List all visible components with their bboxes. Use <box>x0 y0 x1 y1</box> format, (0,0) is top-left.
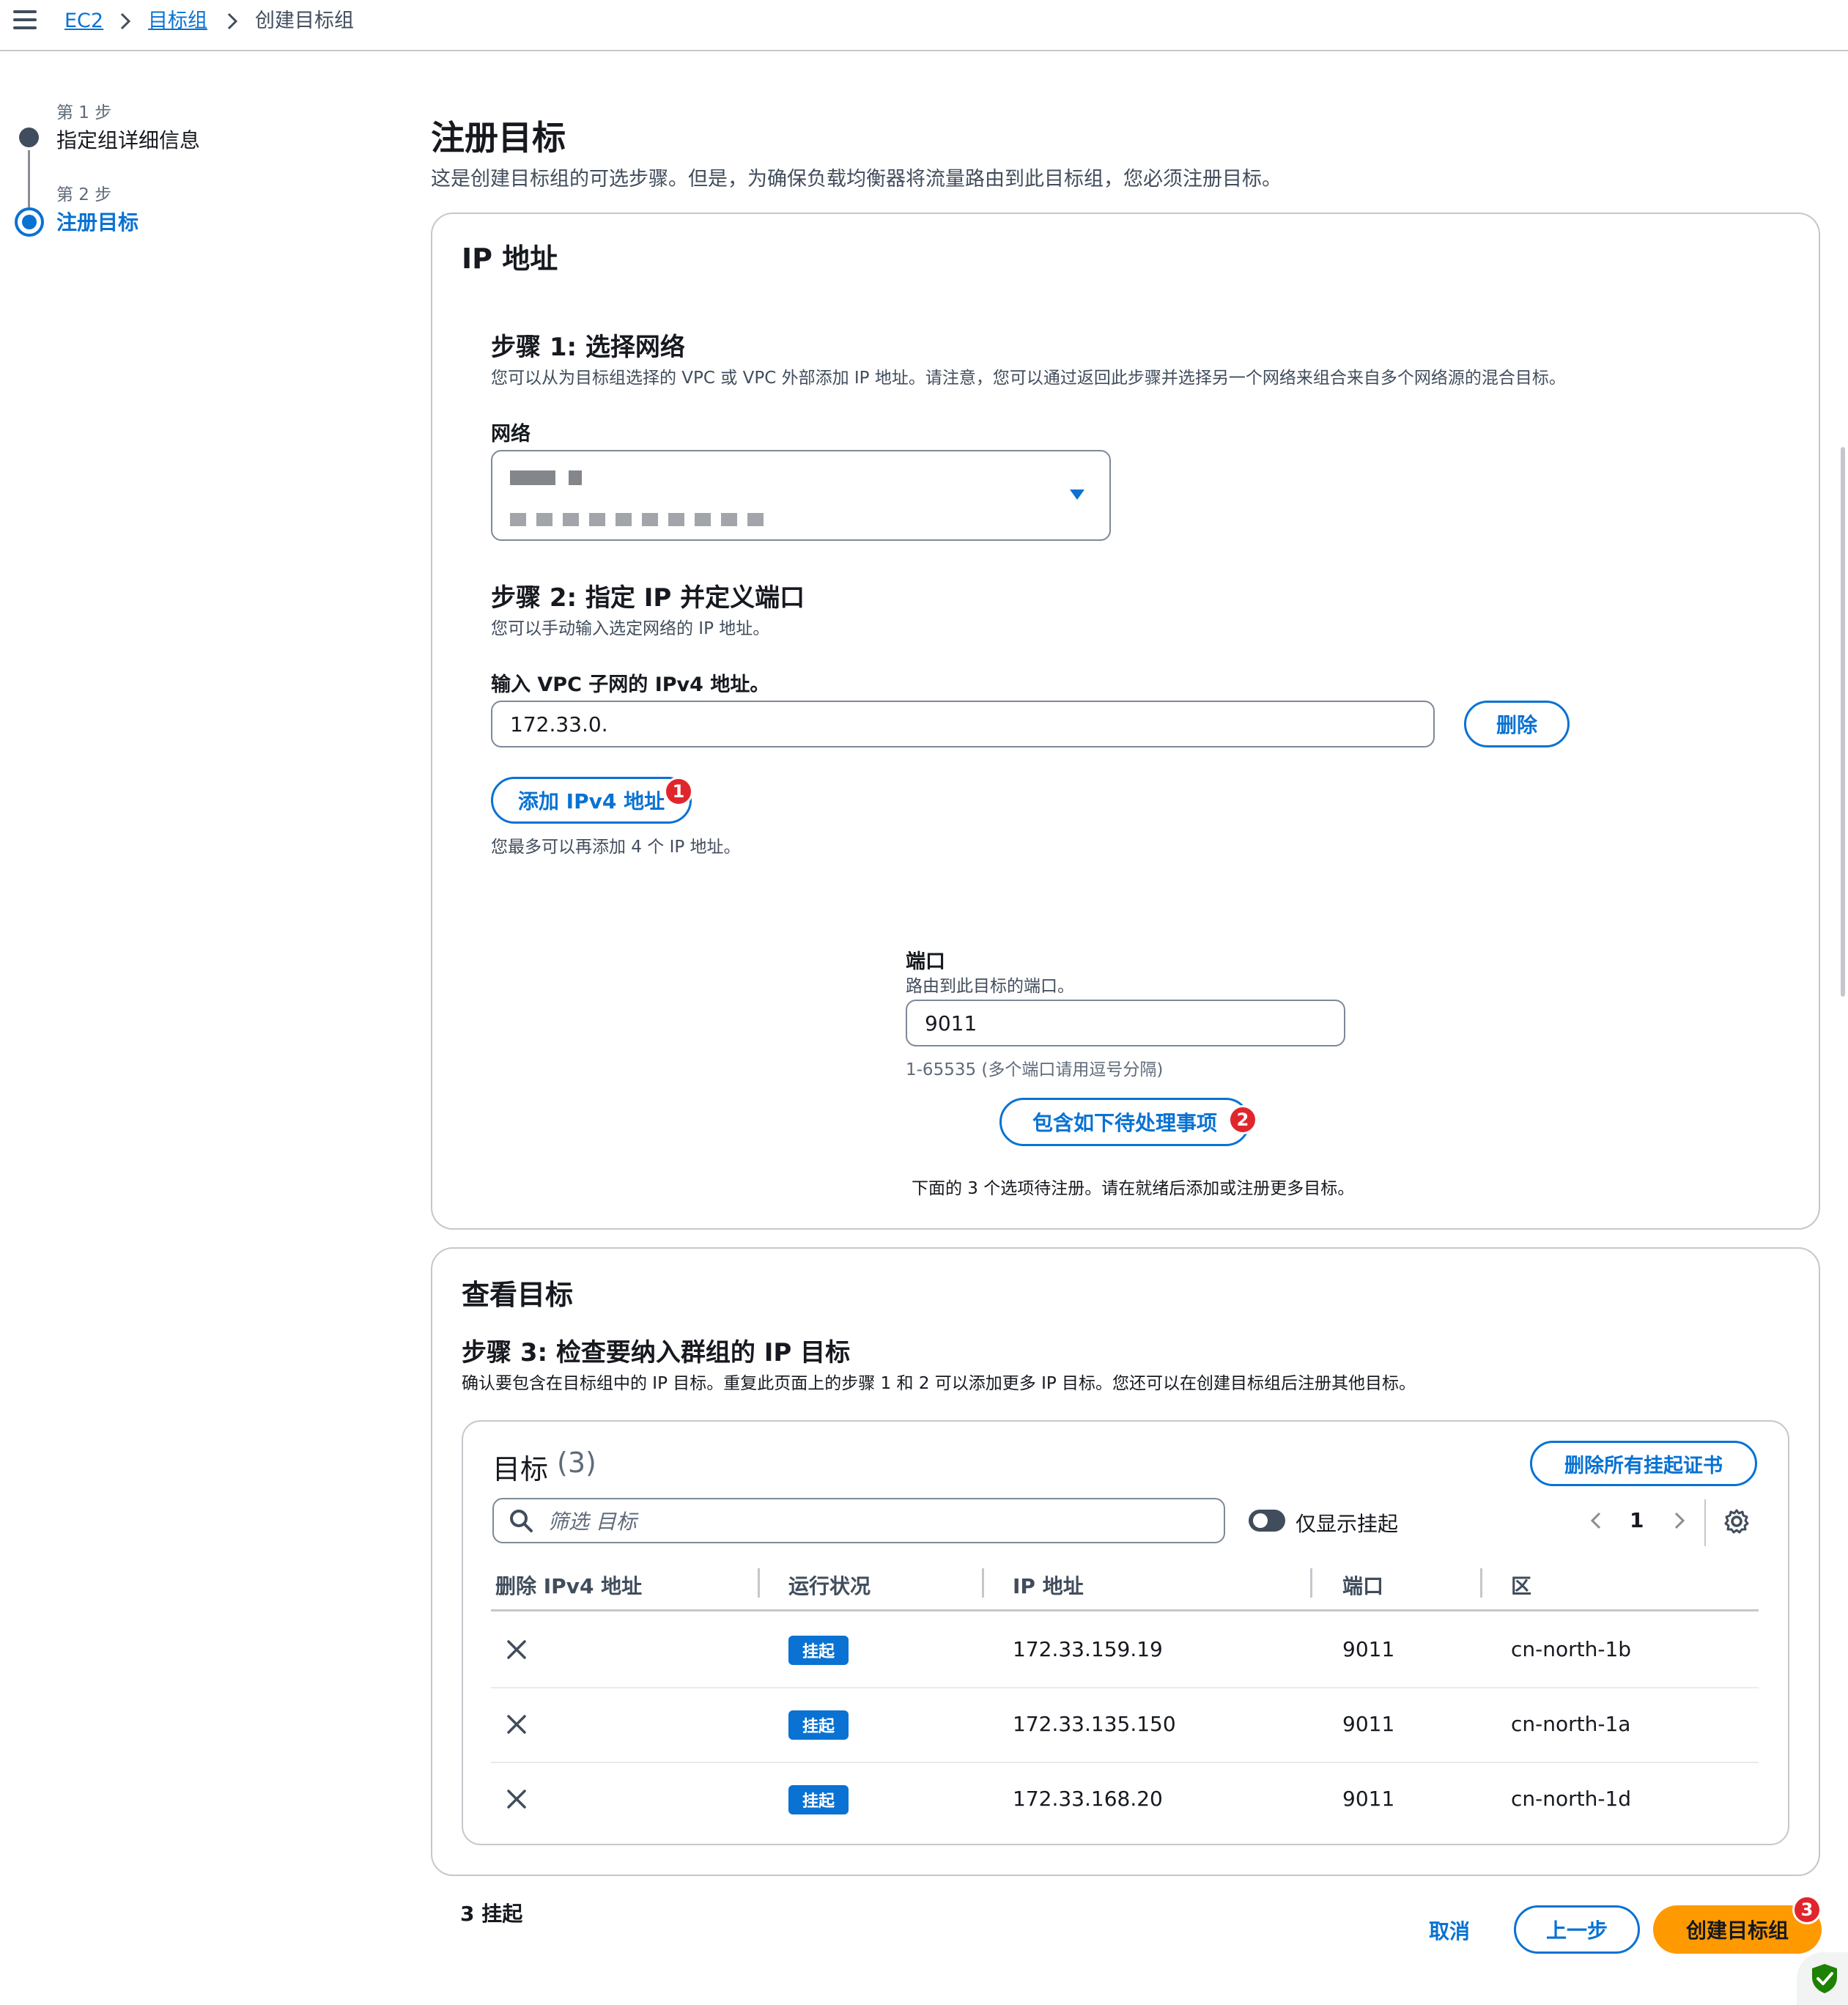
pending-note: 下面的 3 个选项待注册。请在就绪后添加或注册更多目标。 <box>912 1179 1355 1198</box>
caret-down-icon <box>1070 490 1084 500</box>
chevron-right-icon <box>227 12 238 30</box>
step-connector <box>28 150 30 207</box>
redacted-text <box>510 513 774 526</box>
zone-cell: cn-north-1b <box>1511 1637 1632 1661</box>
close-icon[interactable] <box>506 1788 528 1810</box>
breadcrumb-ec2[interactable]: EC2 <box>64 9 103 34</box>
network-label: 网络 <box>491 423 531 446</box>
port-hint: 1-65535 (多个端口请用逗号分隔) <box>906 1060 1164 1079</box>
port-input[interactable]: 9011 <box>906 1000 1345 1046</box>
ip-cell: 172.33.168.20 <box>1013 1787 1163 1811</box>
chevron-right-icon[interactable] <box>1668 1510 1690 1532</box>
table-row: 挂起 172.33.168.20 9011 cn-north-1d <box>491 1762 1759 1836</box>
ip-cell: 172.33.135.150 <box>1013 1712 1176 1736</box>
port-description: 路由到此目标的端口。 <box>906 977 1074 996</box>
chevron-right-icon <box>120 12 131 30</box>
remove-all-pending-button[interactable]: 删除所有挂起证书 <box>1530 1441 1757 1486</box>
ip-panel-title: IP 地址 <box>462 243 558 275</box>
column-header-ip: IP 地址 <box>1013 1574 1084 1598</box>
step2-title: 步骤 2: 指定 IP 并定义端口 <box>491 583 805 613</box>
pagination-divider <box>1704 1499 1706 1546</box>
previous-button[interactable]: 上一步 <box>1514 1905 1640 1954</box>
cancel-button[interactable]: 取消 <box>1429 1916 1470 1945</box>
step1-title: 步骤 1: 选择网络 <box>491 333 685 362</box>
breadcrumb-target-groups[interactable]: 目标组 <box>148 9 207 34</box>
add-ipv4-hint: 您最多可以再添加 4 个 IP 地址。 <box>491 838 741 857</box>
filter-input[interactable]: 筛选 目标 <box>492 1498 1225 1543</box>
port-cell: 9011 <box>1342 1787 1395 1811</box>
breadcrumb-current: 创建目标组 <box>255 10 354 32</box>
step-1-indicator <box>19 128 39 147</box>
show-pending-toggle[interactable] <box>1249 1510 1285 1532</box>
include-pending-badge: 2 <box>1228 1105 1257 1134</box>
pending-count: 3 挂起 <box>460 1902 523 1926</box>
column-divider <box>1310 1568 1312 1598</box>
page-description: 这是创建目标组的可选步骤。但是，为确保负载均衡器将流量路由到此目标组，您必须注册… <box>431 168 1282 191</box>
redacted-text <box>569 470 582 485</box>
remove-ipv4-button[interactable]: 删除 <box>1464 701 1570 747</box>
port-cell: 9011 <box>1342 1637 1395 1661</box>
close-icon[interactable] <box>506 1639 528 1661</box>
column-divider <box>1480 1568 1482 1598</box>
ip-cell: 172.33.159.19 <box>1013 1637 1163 1661</box>
close-icon[interactable] <box>506 1713 528 1735</box>
top-bar: EC2 目标组 创建目标组 <box>0 0 1848 51</box>
create-badge: 3 <box>1792 1895 1822 1924</box>
shield-check-icon <box>1812 1964 1837 1993</box>
step3-title: 步骤 3: 检查要纳入群组的 IP 目标 <box>462 1338 851 1367</box>
column-divider <box>982 1568 984 1598</box>
chevron-left-icon[interactable] <box>1586 1510 1608 1532</box>
step2-description: 您可以手动输入选定网络的 IP 地址。 <box>491 619 770 638</box>
ipv4-label: 输入 VPC 子网的 IPv4 地址。 <box>491 673 770 696</box>
status-badge: 挂起 <box>788 1710 849 1740</box>
zone-cell: cn-north-1d <box>1511 1787 1632 1811</box>
column-header-remove: 删除 IPv4 地址 <box>495 1574 643 1598</box>
show-pending-label: 仅显示挂起 <box>1296 1512 1399 1536</box>
table-row: 挂起 172.33.135.150 9011 cn-north-1a <box>491 1687 1759 1762</box>
scrollbar[interactable] <box>1841 447 1845 997</box>
step-2-indicator <box>15 207 44 237</box>
redacted-text <box>510 470 555 485</box>
page-number[interactable]: 1 <box>1630 1508 1644 1532</box>
table-title: 目标 <box>492 1453 549 1485</box>
status-badge: 挂起 <box>788 1785 849 1814</box>
table-count: (3) <box>557 1447 596 1479</box>
settings-gear-icon[interactable] <box>1723 1508 1750 1535</box>
column-header-zone: 区 <box>1511 1574 1532 1598</box>
step1-description: 您可以从为目标组选择的 VPC 或 VPC 外部添加 IP 地址。请注意，您可以… <box>491 369 1566 388</box>
status-badge: 挂起 <box>788 1636 849 1665</box>
step-2-label: 注册目标 <box>56 210 139 235</box>
step3-description: 确认要包含在目标组中的 IP 目标。重复此页面上的步骤 1 和 2 可以添加更多… <box>462 1374 1416 1393</box>
ipv4-input[interactable]: 172.33.0. <box>491 701 1435 747</box>
header-divider <box>491 1609 1759 1611</box>
port-cell: 9011 <box>1342 1712 1395 1736</box>
step-1-number: 第 1 步 <box>56 103 112 122</box>
include-pending-button[interactable]: 包含如下待处理事项 <box>999 1098 1250 1146</box>
security-widget[interactable] <box>1797 1952 1848 2005</box>
step-1-label[interactable]: 指定组详细信息 <box>56 125 200 154</box>
zone-cell: cn-north-1a <box>1511 1712 1631 1736</box>
column-divider <box>758 1568 760 1598</box>
column-header-health: 运行状况 <box>788 1574 871 1598</box>
page-title: 注册目标 <box>431 118 566 158</box>
add-ipv4-button[interactable]: 添加 IPv4 地址 <box>491 777 692 824</box>
menu-icon[interactable] <box>13 10 37 31</box>
search-icon <box>510 1510 533 1532</box>
port-label: 端口 <box>906 950 945 973</box>
network-select[interactable] <box>491 450 1111 541</box>
step-2-number: 第 2 步 <box>56 185 112 204</box>
table-row: 挂起 172.33.159.19 9011 cn-north-1b <box>491 1612 1759 1687</box>
review-panel-title: 查看目标 <box>462 1279 574 1311</box>
add-ipv4-badge: 1 <box>664 777 693 806</box>
column-header-port: 端口 <box>1342 1574 1384 1598</box>
